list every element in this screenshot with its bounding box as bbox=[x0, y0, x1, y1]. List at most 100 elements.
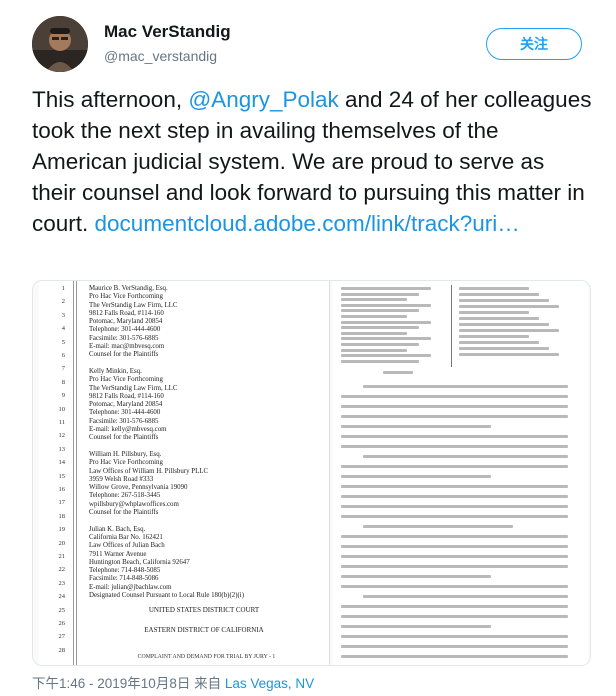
complaint-second-page bbox=[333, 281, 588, 665]
illegible-text-line bbox=[341, 495, 568, 498]
illegible-text-line bbox=[341, 465, 568, 468]
post-time[interactable]: 下午1:46 - 2019年10月8日 bbox=[32, 676, 190, 691]
location-link[interactable]: Las Vegas, NV bbox=[225, 676, 314, 691]
illegible-text-line bbox=[363, 455, 568, 458]
follow-button[interactable]: 关注 bbox=[486, 28, 582, 60]
illegible-text-line bbox=[341, 359, 419, 363]
illegible-text-line bbox=[341, 545, 568, 548]
illegible-text-line bbox=[341, 585, 568, 588]
illegible-text-line bbox=[341, 287, 431, 290]
illegible-text-line bbox=[341, 635, 568, 638]
illegible-text-line bbox=[459, 323, 549, 326]
line-number: 3 bbox=[61, 311, 65, 319]
tweet-timestamp: 下午1:46 - 2019年10月8日 来自 Las Vegas, NV bbox=[32, 672, 314, 692]
illegible-text-line bbox=[341, 555, 568, 558]
line-number: 11 bbox=[58, 419, 65, 426]
avatar-photo-icon bbox=[32, 16, 88, 72]
illegible-text-line bbox=[341, 625, 491, 628]
court-district: EASTERN DISTRICT OF CALIFORNIA bbox=[144, 626, 264, 634]
line-number: 23 bbox=[58, 579, 66, 587]
illegible-text-line bbox=[341, 575, 491, 578]
line-number: 17 bbox=[58, 499, 66, 507]
tweet-text: This afternoon, @Angry_Polak and 24 of h… bbox=[32, 84, 592, 239]
illegible-text-line bbox=[341, 605, 568, 608]
author-avatar[interactable] bbox=[32, 16, 88, 72]
illegible-text-line bbox=[459, 287, 529, 290]
complaint-first-page: 1 2 3 4 5 6 7 8 9 10 11 12 13 14 15 16 17 18 19 20 21 22 23 24 2… bbox=[39, 281, 330, 665]
page-footer: COMPLAINT AND DEMAND FOR TRIAL BY JURY -… bbox=[137, 654, 276, 660]
author-handle[interactable]: @mac_verstandig bbox=[104, 48, 217, 64]
tweet-text-start: This afternoon, bbox=[32, 87, 189, 112]
counsel-block: Maurice B. VerStandig, Esq. Pro Hac Vice… bbox=[89, 285, 245, 599]
illegible-text-line bbox=[341, 415, 568, 418]
line-number: 22 bbox=[58, 566, 66, 574]
illegible-text-line bbox=[341, 405, 568, 408]
illegible-text-line bbox=[341, 292, 419, 296]
line-number: 25 bbox=[58, 606, 66, 614]
author-name[interactable]: Mac VerStandig bbox=[104, 22, 231, 42]
line-number: 9 bbox=[61, 392, 65, 400]
illegible-text-line bbox=[341, 348, 407, 352]
illegible-text-line bbox=[459, 329, 559, 332]
line-number: 13 bbox=[58, 445, 66, 453]
illegible-text-line bbox=[459, 299, 549, 302]
illegible-text-line bbox=[341, 535, 568, 538]
illegible-text-line bbox=[459, 347, 549, 350]
illegible-text-line bbox=[363, 385, 568, 388]
illegible-text-line bbox=[341, 475, 491, 478]
illegible-text-line bbox=[341, 425, 491, 428]
line-number: 8 bbox=[61, 378, 65, 386]
illegible-text-line bbox=[341, 395, 568, 398]
illegible-text-line bbox=[459, 335, 529, 338]
illegible-text-line bbox=[341, 445, 568, 448]
illegible-text-line bbox=[341, 655, 568, 658]
line-number: 12 bbox=[58, 432, 66, 440]
illegible-text-line bbox=[341, 303, 431, 307]
illegible-text-line bbox=[459, 353, 559, 356]
court-name: UNITED STATES DISTRICT COURT bbox=[148, 606, 260, 614]
illegible-text-line bbox=[341, 485, 568, 488]
line-number: 14 bbox=[58, 459, 66, 467]
illegible-text-line bbox=[341, 298, 407, 302]
illegible-text-line bbox=[363, 595, 568, 598]
line-number: 24 bbox=[58, 593, 66, 601]
line-number: 5 bbox=[61, 338, 65, 346]
illegible-text-line bbox=[341, 343, 419, 346]
illegible-text-line bbox=[341, 645, 568, 648]
line-number: 15 bbox=[58, 472, 66, 480]
illegible-text-line bbox=[341, 515, 568, 518]
line-number: 6 bbox=[61, 352, 65, 359]
illegible-text-line bbox=[459, 311, 529, 314]
line-number: 28 bbox=[58, 646, 66, 654]
line-number: 7 bbox=[61, 365, 65, 373]
line-number: 2 bbox=[61, 298, 65, 306]
document-link[interactable]: documentcloud.adobe.com/link/track?uri… bbox=[95, 211, 520, 236]
illegible-text-line bbox=[341, 326, 419, 330]
illegible-text-line bbox=[341, 615, 568, 618]
margin-rule bbox=[76, 281, 77, 665]
illegible-text-line bbox=[383, 371, 413, 374]
line-number: 4 bbox=[61, 325, 65, 333]
line-number: 27 bbox=[58, 633, 66, 641]
line-number: 16 bbox=[58, 486, 66, 493]
illegible-text-line bbox=[341, 309, 419, 313]
location-prefix: 来自 bbox=[194, 676, 225, 691]
illegible-text-line bbox=[459, 293, 539, 296]
attached-image[interactable]: 1 2 3 4 5 6 7 8 9 10 11 12 13 14 15 16 17 18 19 20 21 22 23 24 2… bbox=[32, 280, 591, 666]
tweet-header: Mac VerStandig @mac_verstandig 关注 bbox=[32, 16, 592, 76]
margin-rule bbox=[73, 281, 74, 665]
illegible-text-line bbox=[459, 305, 559, 308]
illegible-text-line bbox=[341, 505, 568, 508]
line-number: 19 bbox=[58, 526, 66, 534]
mention-link[interactable]: @Angry_Polak bbox=[188, 87, 338, 112]
line-number: 21 bbox=[58, 553, 66, 560]
illegible-text-line bbox=[341, 354, 431, 358]
line-number: 18 bbox=[58, 512, 66, 520]
line-number: 20 bbox=[58, 539, 66, 547]
line-number: 10 bbox=[58, 405, 66, 413]
illegible-text-line bbox=[341, 565, 568, 568]
illegible-text-line bbox=[341, 331, 407, 335]
illegible-text-line bbox=[341, 337, 431, 341]
illegible-text-line bbox=[341, 315, 407, 318]
illegible-text-line bbox=[459, 317, 539, 320]
